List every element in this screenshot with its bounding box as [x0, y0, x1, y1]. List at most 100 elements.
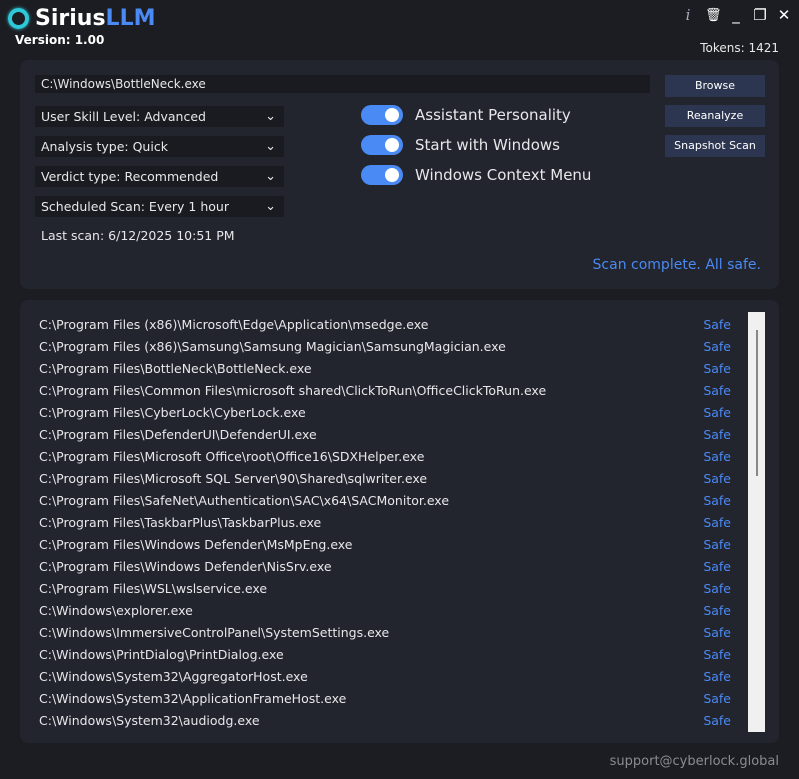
verdict-badge: Safe [703, 426, 731, 442]
close-icon[interactable]: ✕ [777, 6, 791, 24]
file-path: C:\Windows\explorer.exe [39, 602, 193, 618]
skill-level-dropdown[interactable]: User Skill Level: Advanced ⌄ [35, 106, 284, 127]
result-row[interactable]: C:\Program Files (x86)\Microsoft\Edge\Ap… [39, 313, 731, 335]
dropdown-label: Analysis type: Quick [41, 139, 168, 154]
file-path: C:\Program Files\Windows Defender\MsMpEn… [39, 536, 353, 552]
chevron-down-icon: ⌄ [265, 199, 276, 214]
file-path: C:\Windows\PrintDialog\PrintDialog.exe [39, 646, 284, 662]
app-title: SiriusLLM [35, 6, 156, 31]
result-row[interactable]: C:\Program Files\Windows Defender\MsMpEn… [39, 533, 731, 555]
file-path: C:\Program Files\CyberLock\CyberLock.exe [39, 404, 306, 420]
results-list: C:\Program Files (x86)\Microsoft\Edge\Ap… [39, 313, 731, 731]
verdict-badge: Safe [703, 316, 731, 332]
result-row[interactable]: C:\Program Files\CyberLock\CyberLock.exe… [39, 401, 731, 423]
file-path: C:\Program Files\WSL\wslservice.exe [39, 580, 268, 596]
verdict-badge: Safe [703, 558, 731, 574]
chevron-down-icon: ⌄ [265, 169, 276, 184]
snapshot-scan-button[interactable]: Snapshot Scan [665, 135, 765, 157]
toggle-label: Windows Context Menu [415, 166, 592, 184]
result-row[interactable]: C:\Program Files\BottleNeck\BottleNeck.e… [39, 357, 731, 379]
settings-panel: C:\Windows\BottleNeck.exe User Skill Lev… [20, 60, 779, 289]
last-scan-label: Last scan: 6/12/2025 10:51 PM [41, 228, 235, 243]
results-panel: C:\Program Files (x86)\Microsoft\Edge\Ap… [20, 300, 779, 743]
file-path: C:\Program Files\TaskbarPlus\TaskbarPlus… [39, 514, 322, 530]
version-label: Version: 1.00 [15, 33, 105, 47]
file-path: C:\Program Files\Windows Defender\NisSrv… [39, 558, 332, 574]
file-path: C:\Program Files (x86)\Microsoft\Edge\Ap… [39, 316, 429, 332]
analysis-type-dropdown[interactable]: Analysis type: Quick ⌄ [35, 136, 284, 157]
tokens-count: Tokens: 1421 [700, 41, 779, 55]
toggle-label: Start with Windows [415, 136, 560, 154]
logo-ring-icon [8, 8, 29, 29]
verdict-badge: Safe [703, 646, 731, 662]
file-path: C:\Windows\System32\ApplicationFrameHost… [39, 690, 347, 706]
dropdown-label: Verdict type: Recommended [41, 169, 219, 184]
verdict-badge: Safe [703, 492, 731, 508]
toggle-start-with-windows: Start with Windows [361, 135, 560, 155]
support-email[interactable]: support@cyberlock.global [610, 754, 779, 769]
scrollbar[interactable] [748, 312, 765, 732]
verdict-badge: Safe [703, 338, 731, 354]
file-path: C:\Windows\ImmersiveControlPanel\SystemS… [39, 624, 390, 640]
verdict-badge: Safe [703, 382, 731, 398]
scheduled-scan-dropdown[interactable]: Scheduled Scan: Every 1 hour ⌄ [35, 196, 284, 217]
file-path: C:\Program Files\BottleNeck\BottleNeck.e… [39, 360, 312, 376]
verdict-badge: Safe [703, 448, 731, 464]
result-row[interactable]: C:\Windows\ImmersiveControlPanel\SystemS… [39, 621, 731, 643]
trash-icon[interactable]: 🗑 [705, 8, 722, 23]
verdict-badge: Safe [703, 514, 731, 530]
result-row[interactable]: C:\Windows\explorer.exe Safe [39, 599, 731, 621]
verdict-badge: Safe [703, 668, 731, 684]
verdict-badge: Safe [703, 690, 731, 706]
file-path: C:\Program Files\Microsoft Office\root\O… [39, 448, 425, 464]
window-controls: i 🗑 _ ❐ ✕ [681, 6, 791, 24]
result-row[interactable]: C:\Program Files (x86)\Samsung\Samsung M… [39, 335, 731, 357]
dropdown-label: Scheduled Scan: Every 1 hour [41, 199, 229, 214]
toggle-switch[interactable] [361, 165, 403, 185]
verdict-badge: Safe [703, 536, 731, 552]
file-path: C:\Program Files\Common Files\microsoft … [39, 382, 547, 398]
verdict-badge: Safe [703, 404, 731, 420]
file-path: C:\Program Files\SafeNet\Authentication\… [39, 492, 450, 508]
dropdown-label: User Skill Level: Advanced [41, 109, 206, 124]
verdict-badge: Safe [703, 580, 731, 596]
result-row[interactable]: C:\Windows\System32\AggregatorHost.exe Sa… [39, 665, 731, 687]
result-row[interactable]: C:\Program Files\Microsoft SQL Server\90… [39, 467, 731, 489]
file-path: C:\Windows\System32\AggregatorHost.exe [39, 668, 308, 684]
reanalyze-button[interactable]: Reanalyze [665, 105, 765, 127]
result-row[interactable]: C:\Program Files\SafeNet\Authentication\… [39, 489, 731, 511]
info-icon[interactable]: i [681, 6, 695, 24]
verdict-badge: Safe [703, 712, 731, 728]
result-row[interactable]: C:\Windows\System32\audiodg.exe Safe [39, 709, 731, 731]
result-row[interactable]: C:\Program Files\Microsoft Office\root\O… [39, 445, 731, 467]
result-row[interactable]: C:\Program Files\DefenderUI\DefenderUI.e… [39, 423, 731, 445]
file-path-input[interactable]: C:\Windows\BottleNeck.exe [35, 75, 650, 93]
verdict-badge: Safe [703, 360, 731, 376]
app-logo: SiriusLLM [8, 6, 155, 31]
verdict-badge: Safe [703, 602, 731, 618]
result-row[interactable]: C:\Program Files\WSL\wslservice.exe Safe [39, 577, 731, 599]
chevron-down-icon: ⌄ [265, 109, 276, 124]
file-path: C:\Program Files\DefenderUI\DefenderUI.e… [39, 426, 317, 442]
browse-button[interactable]: Browse [665, 75, 765, 97]
toggle-label: Assistant Personality [415, 106, 571, 124]
verdict-type-dropdown[interactable]: Verdict type: Recommended ⌄ [35, 166, 284, 187]
file-path: C:\Windows\System32\audiodg.exe [39, 712, 260, 728]
file-path: C:\Program Files\Microsoft SQL Server\90… [39, 470, 428, 486]
scan-status: Scan complete. All safe. [592, 257, 761, 273]
toggle-switch[interactable] [361, 105, 403, 125]
toggle-switch[interactable] [361, 135, 403, 155]
result-row[interactable]: C:\Windows\PrintDialog\PrintDialog.exe Sa… [39, 643, 731, 665]
restore-icon[interactable]: ❐ [753, 6, 767, 24]
result-row[interactable]: C:\Program Files\Windows Defender\NisSrv… [39, 555, 731, 577]
result-row[interactable]: C:\Program Files\Common Files\microsoft … [39, 379, 731, 401]
result-row[interactable]: C:\Windows\System32\ApplicationFrameHost… [39, 687, 731, 709]
file-path: C:\Program Files (x86)\Samsung\Samsung M… [39, 338, 506, 354]
toggle-assistant-personality: Assistant Personality [361, 105, 571, 125]
verdict-badge: Safe [703, 624, 731, 640]
result-row[interactable]: C:\Program Files\TaskbarPlus\TaskbarPlus… [39, 511, 731, 533]
minimize-icon[interactable]: _ [729, 6, 743, 24]
toggle-context-menu: Windows Context Menu [361, 165, 591, 185]
chevron-down-icon: ⌄ [265, 139, 276, 154]
scrollbar-thumb[interactable] [756, 330, 758, 476]
